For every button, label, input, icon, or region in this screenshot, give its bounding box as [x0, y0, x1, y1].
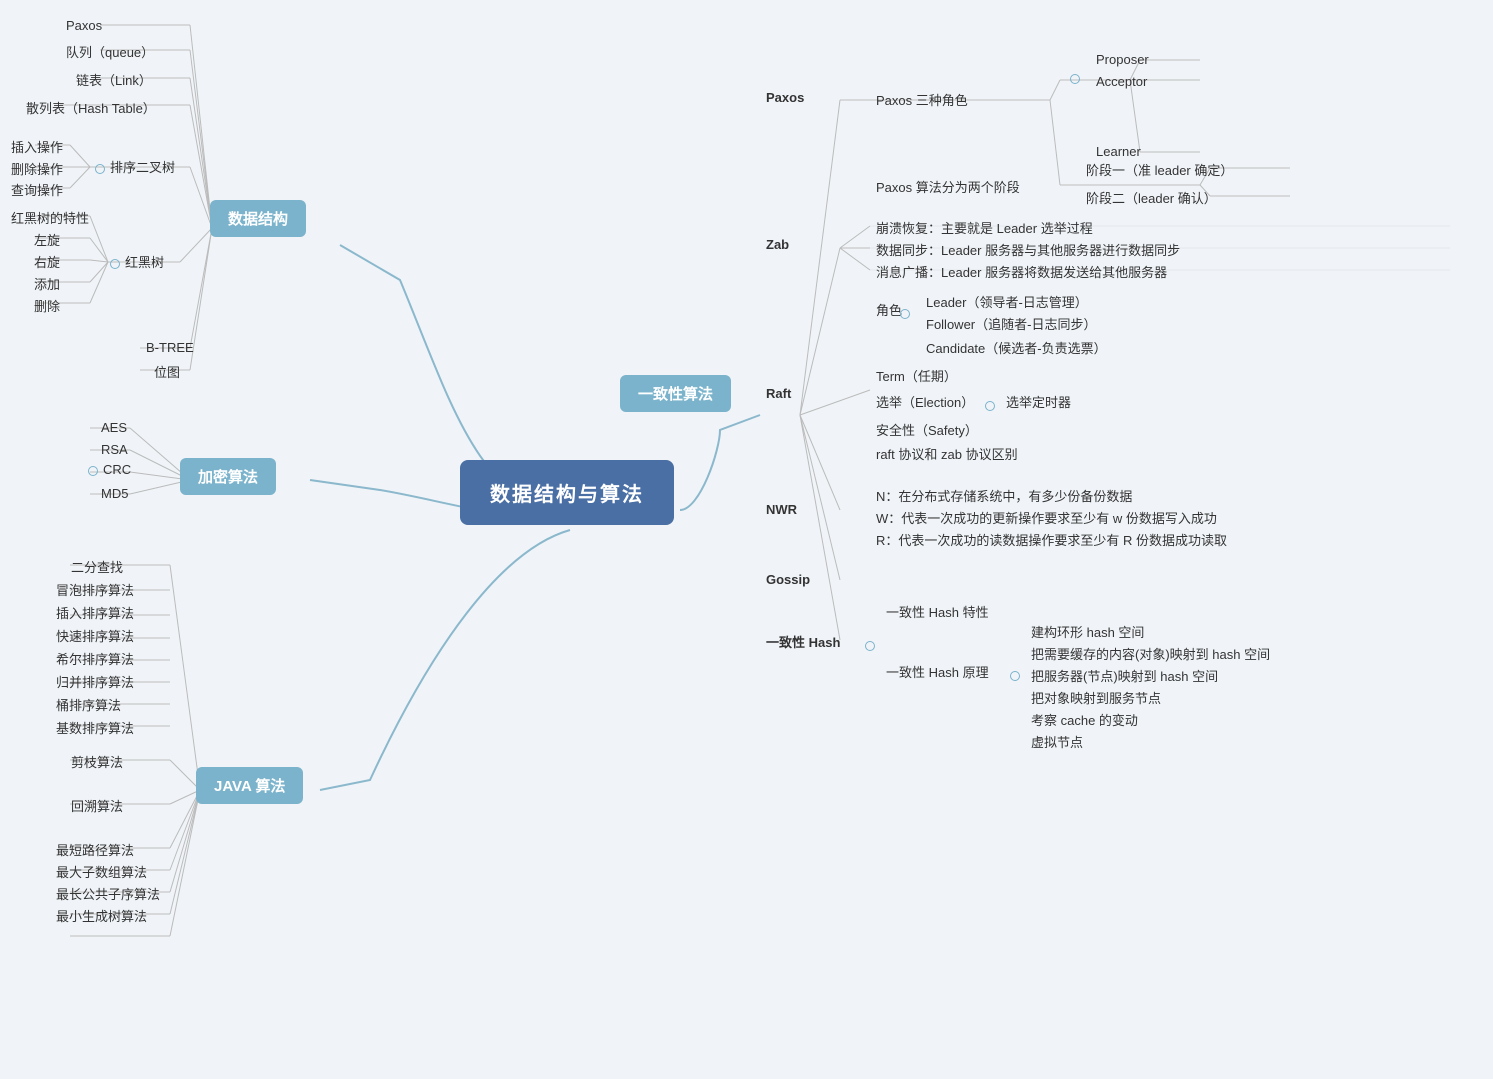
leaf-ch-p6: 虚拟节点: [1025, 730, 1089, 753]
leaf-nwr-n: N：在分布式存储系统中，有多少份备份数据: [870, 484, 1138, 507]
leaf-ch-feature: 一致性 Hash 特性: [880, 600, 995, 623]
leaf-link: 链表（Link）: [70, 68, 158, 91]
leaf-phase1: 阶段一（准 leader 确定）: [1080, 158, 1239, 181]
center-node: 数据结构与算法: [460, 460, 674, 525]
leaf-aes: AES: [95, 418, 133, 437]
leaf-merge-sort: 归并排序算法: [50, 670, 140, 693]
leaf-term: Term（任期）: [870, 364, 963, 387]
category-encrypt: 加密算法: [180, 458, 276, 495]
leaf-leader-role: Leader（领导者-日志管理）: [920, 290, 1094, 313]
leaf-safety: 安全性（Safety）: [870, 418, 984, 441]
leaf-election: 选举（Election）: [870, 390, 980, 413]
node-ch-circle: [865, 637, 880, 652]
leaf-mst: 最小生成树算法: [50, 904, 153, 927]
leaf-election-timer: 选举定时器: [1000, 390, 1077, 413]
leaf-add: 添加: [28, 272, 66, 295]
leaf-ch-p2: 把需要缓存的内容(对象)映射到 hash 空间: [1025, 642, 1276, 665]
connections-svg: [0, 0, 1493, 1079]
leaf-proposer: Proposer: [1090, 50, 1155, 69]
node-paxos-roles-circle: [1070, 70, 1085, 85]
leaf-bubble-sort: 冒泡排序算法: [50, 578, 140, 601]
leaf-candidate-role: Candidate（候选者-负责选票）: [920, 336, 1113, 359]
leaf-crc: CRC: [88, 462, 131, 477]
leaf-zab1: 崩溃恢复：主要就是 Leader 选举过程: [870, 216, 1099, 239]
leaf-ch-principle-label: 一致性 Hash 原理: [880, 660, 995, 683]
leaf-queue: 队列（queue）: [60, 40, 160, 63]
node-election-circle: [985, 397, 1000, 412]
category-consistency: 一致性算法: [620, 375, 731, 412]
leaf-ch-p1: 建构环形 hash 空间: [1025, 620, 1150, 643]
mindmap-container: 数据结构与算法 数据结构 Paxos 队列（queue） 链表（Link） 散列…: [0, 0, 1493, 1079]
leaf-zab2: 数据同步：Leader 服务器与其他服务器进行数据同步: [870, 238, 1186, 261]
node-raft-role-circle: [900, 305, 915, 320]
leaf-quick-sort: 快速排序算法: [50, 624, 140, 647]
leaf-shell-sort: 希尔排序算法: [50, 647, 140, 670]
node-paxos-roles-label: Paxos 三种角色: [870, 88, 974, 111]
leaf-acceptor: Acceptor: [1090, 72, 1153, 91]
leaf-query-op: 查询操作: [5, 178, 69, 201]
leaf-lcs: 最长公共子序算法: [50, 882, 166, 905]
leaf-nwr-r: R：代表一次成功的读数据操作要求至少有 R 份数据成功读取: [870, 528, 1233, 551]
leaf-ch-p5: 考察 cache 的变动: [1025, 708, 1144, 731]
leaf-stack: Paxos: [60, 16, 108, 35]
node-consistent-hash: 一致性 Hash: [760, 630, 846, 653]
leaf-del: 删除: [28, 294, 66, 317]
leaf-zab3: 消息广播：Leader 服务器将数据发送给其他服务器: [870, 260, 1173, 283]
node-paxos: Paxos: [760, 88, 810, 107]
leaf-follower-role: Follower（追随者-日志同步）: [920, 312, 1102, 335]
leaf-raft-zab-diff: raft 协议和 zab 协议区别: [870, 442, 1024, 465]
leaf-insert-sort: 插入排序算法: [50, 601, 140, 624]
leaf-right-rotate: 右旋: [28, 250, 66, 273]
leaf-rsa: RSA: [95, 440, 134, 459]
node-gossip: Gossip: [760, 570, 816, 589]
leaf-phase2: 阶段二（leader 确认）: [1080, 186, 1223, 209]
leaf-max-subarray: 最大子数组算法: [50, 860, 153, 883]
leaf-shortest-path: 最短路径算法: [50, 838, 140, 861]
node-raft: Raft: [760, 384, 797, 403]
leaf-prune: 剪枝算法: [65, 750, 129, 773]
leaf-bitmap: 位图: [148, 360, 186, 383]
node-paxos-phases-label: Paxos 算法分为两个阶段: [870, 175, 1026, 198]
leaf-btree: B-TREE: [140, 338, 200, 357]
category-data-structure: 数据结构: [210, 200, 306, 237]
leaf-md5: MD5: [95, 484, 134, 503]
leaf-hash-table: 散列表（Hash Table）: [20, 96, 162, 119]
leaf-binary-search: 二分查找: [65, 555, 129, 578]
node-ch-principle-circle: [1010, 667, 1025, 682]
leaf-radix-sort: 基数排序算法: [50, 716, 140, 739]
leaf-bucket-sort: 桶排序算法: [50, 693, 127, 716]
leaf-insert-op: 插入操作: [5, 135, 69, 158]
leaf-left-rotate: 左旋: [28, 228, 66, 251]
leaf-ch-p3: 把服务器(节点)映射到 hash 空间: [1025, 664, 1224, 687]
leaf-ch-p4: 把对象映射到服务节点: [1025, 686, 1167, 709]
leaf-backtrack: 回溯算法: [65, 794, 129, 817]
leaf-nwr-w: W：代表一次成功的更新操作要求至少有 w 份数据写入成功: [870, 506, 1223, 529]
leaf-delete-op: 删除操作: [5, 157, 69, 180]
category-java-algo: JAVA 算法: [196, 767, 303, 804]
node-sort-btree: 排序二叉树: [95, 157, 175, 176]
node-nwr: NWR: [760, 500, 803, 519]
node-rbtree: 红黑树: [110, 252, 164, 271]
node-zab: Zab: [760, 235, 795, 254]
leaf-rbtree-feature: 红黑树的特性: [5, 206, 95, 229]
